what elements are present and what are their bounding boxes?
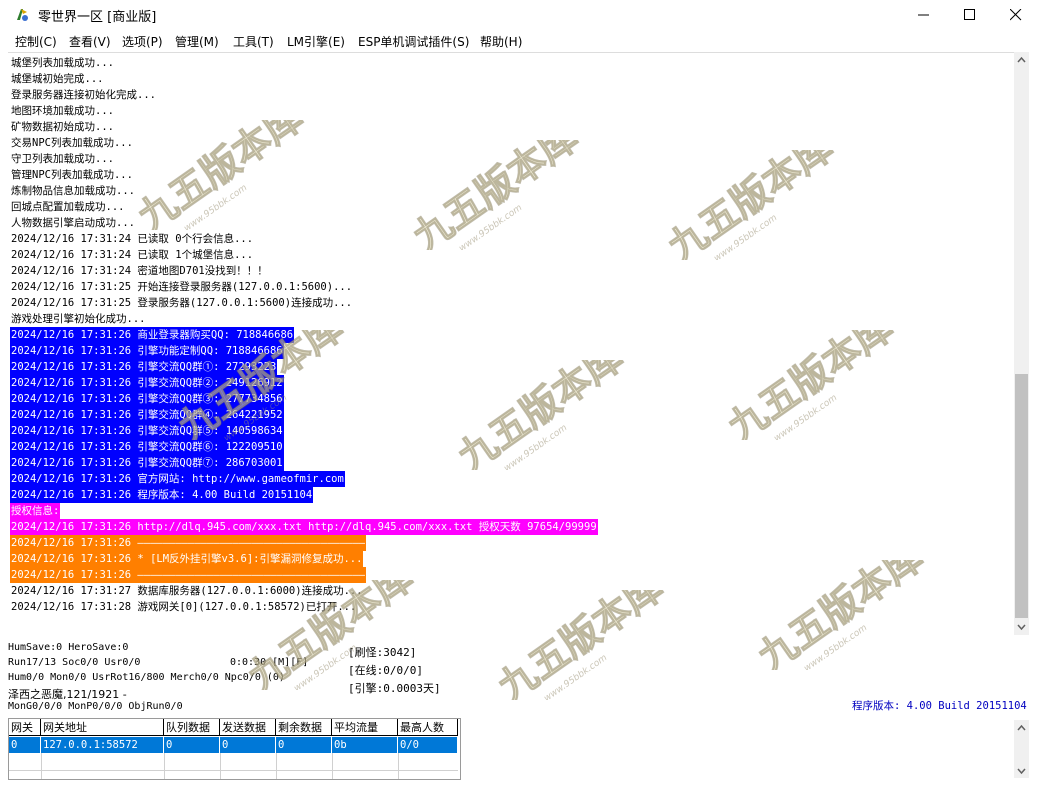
log-line: 2024/12/16 17:31:26 引擎交流QQ群④: 264221952 <box>10 407 284 423</box>
menu-control[interactable]: 控制(C) <box>15 33 57 50</box>
close-button[interactable] <box>993 0 1039 30</box>
col-header-queue[interactable]: 队列数据 <box>164 719 220 736</box>
scroll-thumb[interactable] <box>1015 374 1028 618</box>
col-divider <box>332 753 333 779</box>
menu-manage[interactable]: 管理(M) <box>175 33 219 50</box>
log-line: 炼制物品信息加载成功... <box>11 185 135 197</box>
humsave-text: HumSave:0 HeroSave:0 <box>8 642 129 653</box>
log-line: 2024/12/16 17:31:26 引擎交流QQ群②: 249126912 <box>10 375 284 391</box>
log-line: 管理NPC列表加载成功... <box>11 169 133 181</box>
menu-bar: 控制(C) 查看(V) 选项(P) 管理(M) 工具(T) LM引擎(E) ES… <box>0 30 1039 52</box>
log-line: 2024/12/16 17:31:26 程序版本: 4.00 Build 201… <box>10 487 314 503</box>
status-panel: HumSave:0 HeroSave:0 Run17/13 Soc0/0 Usr… <box>8 638 1031 718</box>
log-line: 城堡城初始完成... <box>11 73 104 85</box>
log-line: 2024/12/16 17:31:26 引擎交流QQ群①: 27293223 <box>10 359 278 375</box>
log-line: 守卫列表加载成功... <box>11 153 114 165</box>
maximize-icon <box>964 9 975 20</box>
log-line: 2024/12/16 17:31:26 引擎交流QQ群⑥: 122209510 <box>10 439 284 455</box>
menu-lm-engine[interactable]: LM引擎(E) <box>287 33 345 50</box>
log-line: 2024/12/16 17:31:26 ————————————————————… <box>10 535 367 551</box>
log-line: 2024/12/16 17:31:26 商业登录器购买QQ: 718846686 <box>10 327 295 343</box>
cell-avg-traffic: 0b <box>332 737 398 753</box>
minimize-button[interactable] <box>901 0 947 30</box>
log-line: 2024/12/16 17:31:26 引擎交流QQ群⑤: 140598634 <box>10 423 284 439</box>
log-line: 2024/12/16 17:31:26 引擎交流QQ群⑦: 286703001 <box>10 455 284 471</box>
cell-queue: 0 <box>164 737 220 753</box>
menu-help[interactable]: 帮助(H) <box>480 33 522 50</box>
log-line: 游戏处理引擎初始化成功... <box>11 313 146 325</box>
menu-view[interactable]: 查看(V) <box>69 33 111 50</box>
hum-text: Hum0/0 Mon0/0 UsrRot16/800 Merch0/0 Npc0… <box>8 672 285 683</box>
col-divider <box>220 753 221 779</box>
log-line: 2024/12/16 17:31:26 官方网站: http://www.gam… <box>10 471 345 487</box>
log-line: 2024/12/16 17:31:26 引擎交流QQ群③: 277734856 <box>10 391 284 407</box>
log-line: 2024/12/16 17:31:28 游戏网关[0](127.0.0.1:58… <box>11 601 357 613</box>
log-line: 2024/12/16 17:31:24 已读取 1个城堡信息... <box>11 249 254 261</box>
gateway-table[interactable]: 网关 网关地址 队列数据 发送数据 剩余数据 平均流量 最高人数 0 127.0… <box>8 718 461 780</box>
col-header-avg-traffic[interactable]: 平均流量 <box>332 719 398 736</box>
cell-max-users: 0/0 <box>398 737 458 753</box>
log-line: 交易NPC列表加载成功... <box>11 137 133 149</box>
app-icon <box>17 9 28 21</box>
log-line: 2024/12/16 17:31:24 已读取 0个行会信息... <box>11 233 254 245</box>
run-text: Run17/13 Soc0/0 Usr0/0 <box>8 657 141 668</box>
minimize-icon <box>918 14 929 16</box>
table-scrollbar[interactable] <box>1014 720 1029 778</box>
monster-text: 泽西之恶魔,121/1921 - <box>8 688 127 701</box>
log-line: 2024/12/16 17:31:25 登录服务器(127.0.0.1:5600… <box>11 297 353 309</box>
log-line: 城堡列表加载成功... <box>11 57 114 69</box>
mong-text: MonG0/0/0 MonP0/0/0 ObjRun0/0 <box>8 701 183 712</box>
log-line: 2024/12/16 17:31:27 数据库服务器(127.0.0.1:600… <box>11 585 363 597</box>
col-divider <box>276 753 277 779</box>
title-bar: 零世界一区 [商业版] <box>0 0 1039 30</box>
engine-text: [引擎:0.0003天] <box>348 682 441 695</box>
log-line: 地图环境加载成功... <box>11 105 114 117</box>
col-header-sent[interactable]: 发送数据 <box>220 719 276 736</box>
col-divider <box>41 753 42 779</box>
cell-gateway: 0 <box>9 737 41 753</box>
window-title: 零世界一区 [商业版] <box>38 10 157 25</box>
menu-options[interactable]: 选项(P) <box>122 33 163 50</box>
log-line: 2024/12/16 17:31:25 开始连接登录服务器(127.0.0.1:… <box>11 281 353 293</box>
log-line: 2024/12/16 17:31:24 密道地图D701没找到！！！ <box>11 265 268 277</box>
log-scrollbar[interactable] <box>1014 52 1029 635</box>
timer-text: 0:0:30 [M][F] <box>230 657 309 668</box>
cell-sent: 0 <box>220 737 276 753</box>
col-header-address[interactable]: 网关地址 <box>41 719 164 736</box>
online-text: [在线:0/0/0] <box>348 664 423 677</box>
log-line: 矿物数据初始成功... <box>11 121 114 133</box>
cell-address: 127.0.0.1:58572 <box>41 737 164 753</box>
log-output[interactable]: 城堡列表加载成功... 城堡城初始完成... 登录服务器连接初始化完成... 地图环境… <box>8 52 1014 636</box>
scroll-up-icon[interactable] <box>1017 56 1026 65</box>
log-line: 人物数据引擎启动成功... <box>11 217 135 229</box>
col-divider <box>398 753 399 779</box>
log-line: 回城点配置加载成功... <box>11 201 125 213</box>
maximize-button[interactable] <box>947 0 993 30</box>
col-divider <box>164 753 165 779</box>
close-icon <box>1010 9 1022 21</box>
refresh-text: [刷怪:3042] <box>348 646 417 659</box>
menu-tools[interactable]: 工具(T) <box>233 33 274 50</box>
cell-remaining: 0 <box>276 737 332 753</box>
scroll-up-icon[interactable] <box>1017 724 1026 733</box>
log-line: 2024/12/16 17:31:26 * [LM反外挂引擎v3.6]:引擎漏洞… <box>10 551 364 567</box>
log-line: 2024/12/16 17:31:26 引擎功能定制QQ: 718846686 <box>10 343 284 359</box>
log-line: 授权信息: <box>10 503 61 519</box>
version-text: 程序版本: 4.00 Build 20151104 <box>852 700 1027 712</box>
row-divider <box>9 770 458 771</box>
scroll-down-icon[interactable] <box>1017 766 1026 775</box>
col-header-gateway[interactable]: 网关 <box>9 719 41 736</box>
scroll-down-icon[interactable] <box>1017 622 1026 631</box>
col-header-remaining[interactable]: 剩余数据 <box>276 719 332 736</box>
log-line: 2024/12/16 17:31:26 ————————————————————… <box>10 567 367 583</box>
log-line: 2024/12/16 17:31:26 http://dlq.945.com/x… <box>10 519 598 535</box>
menu-esp-plugin[interactable]: ESP单机调试插件(S) <box>358 33 469 50</box>
col-header-max-users[interactable]: 最高人数 <box>398 719 458 736</box>
log-line: 登录服务器连接初始化完成... <box>11 89 156 101</box>
